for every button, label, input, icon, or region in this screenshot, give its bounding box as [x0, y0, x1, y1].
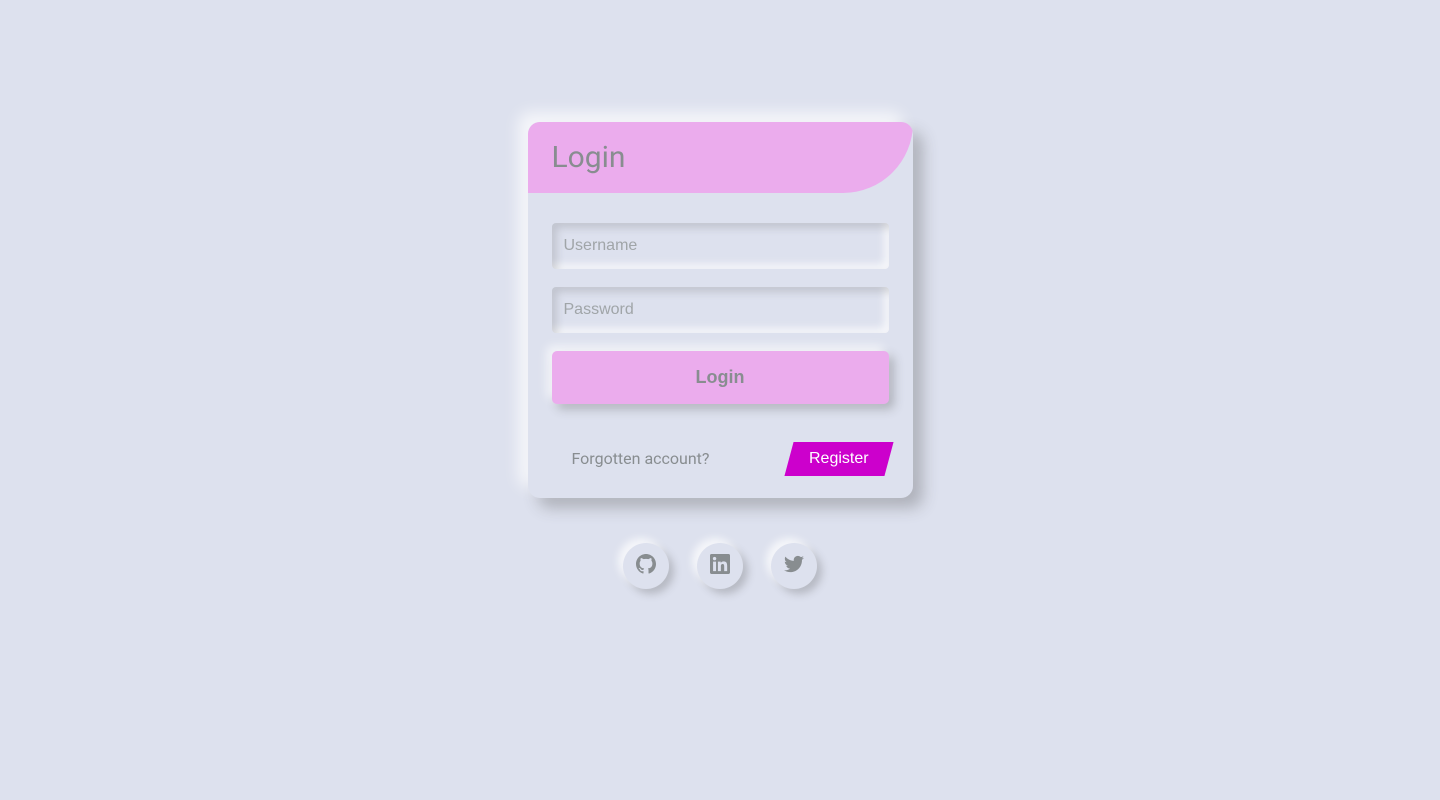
github-social-button[interactable]	[623, 543, 669, 589]
twitter-social-button[interactable]	[771, 543, 817, 589]
login-card-header: Login	[528, 122, 913, 193]
login-button[interactable]: Login	[552, 351, 889, 404]
login-title: Login	[552, 140, 889, 175]
linkedin-icon	[710, 554, 730, 577]
login-card-footer: Forgotten account? Register	[528, 428, 913, 498]
password-field[interactable]	[552, 287, 889, 333]
username-field[interactable]	[552, 223, 889, 269]
forgotten-account-link[interactable]: Forgotten account?	[572, 449, 710, 468]
login-card: Login Login Forgotten account? Register	[528, 122, 913, 498]
social-buttons-row	[623, 543, 817, 589]
login-card-body: Login	[528, 193, 913, 428]
register-button[interactable]: Register	[784, 442, 893, 476]
register-button-label: Register	[809, 450, 869, 468]
linkedin-social-button[interactable]	[697, 543, 743, 589]
twitter-icon	[784, 554, 804, 577]
github-icon	[636, 554, 656, 577]
